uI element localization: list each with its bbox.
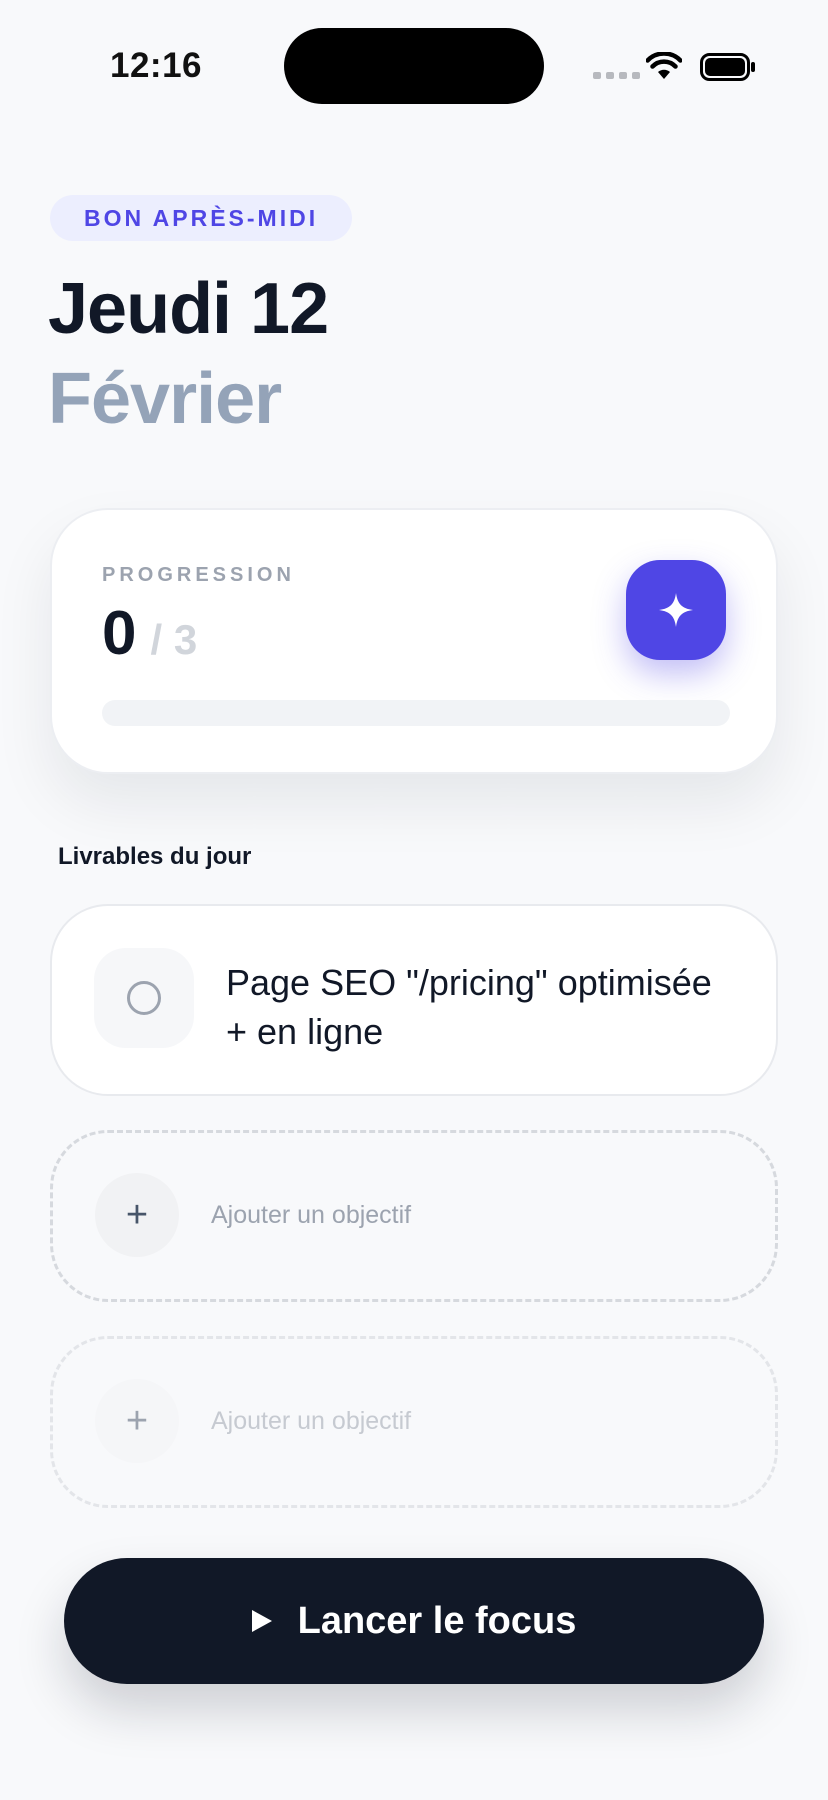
sparkle-button[interactable] — [626, 560, 726, 660]
add-goal-slot[interactable]: + Ajouter un objectif — [50, 1336, 778, 1508]
goal-item[interactable]: Page SEO "/pricing" optimisée + en ligne — [50, 904, 778, 1096]
date-day-title: Jeudi 12 — [48, 269, 329, 349]
goal-checkbox[interactable] — [94, 948, 194, 1048]
section-title: Livrables du jour — [58, 843, 252, 870]
progress-count: 0 / 3 — [102, 598, 197, 669]
empty-circle-icon — [127, 981, 161, 1015]
sparkle-icon — [659, 593, 693, 627]
progress-card: PROGRESSION 0 / 3 — [50, 508, 778, 774]
progress-total-count: / 3 — [150, 616, 198, 663]
greeting-badge: BON APRÈS-MIDI — [50, 195, 353, 241]
status-time: 12:16 — [110, 46, 203, 85]
start-focus-button[interactable]: Lancer le focus — [64, 1558, 764, 1684]
cellular-signal-icon — [593, 72, 640, 79]
play-icon — [251, 1610, 272, 1632]
add-goal-label: Ajouter un objectif — [211, 1201, 412, 1229]
start-focus-label: Lancer le focus — [297, 1599, 577, 1642]
screen: 12:16 BON APRÈS-MIDI Jeudi 12 Février PR… — [0, 0, 828, 1800]
wifi-icon — [646, 52, 682, 79]
progress-label: PROGRESSION — [102, 564, 295, 586]
dynamic-island — [284, 28, 544, 104]
plus-icon: + — [95, 1379, 179, 1463]
progress-bar — [102, 700, 730, 726]
battery-icon — [700, 53, 755, 81]
progress-done-count: 0 — [102, 599, 137, 668]
add-goal-label: Ajouter un objectif — [211, 1407, 412, 1435]
plus-icon: + — [95, 1173, 179, 1257]
goal-text: Page SEO "/pricing" optimisée + en ligne — [226, 962, 712, 1052]
add-goal-slot[interactable]: + Ajouter un objectif — [50, 1130, 778, 1302]
date-month-title: Février — [48, 359, 282, 439]
